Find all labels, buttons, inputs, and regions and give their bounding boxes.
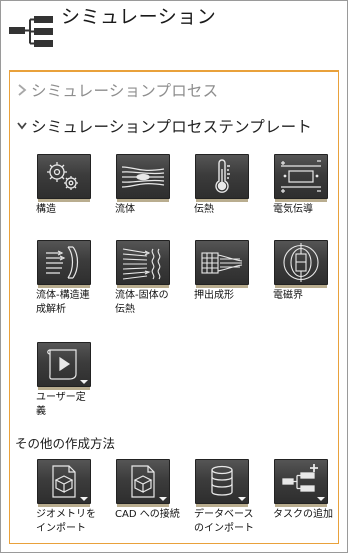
template-label: 伝熱 [194,204,214,215]
flow-lines-icon [121,166,165,188]
method-label: ジオメトリを インポート [36,509,96,534]
template-extrusion-button[interactable] [195,240,249,288]
method-label: データベース のインポート [194,509,254,534]
template-fluid-structure-button[interactable] [37,240,91,288]
template-label: 電磁界 [273,290,303,301]
template-heat-transfer-button[interactable] [195,154,249,202]
electric-conduction-icon [281,160,321,193]
section-simulation-process[interactable]: シミュレーションプロセス [16,78,218,102]
template-label: 電気伝導 [273,204,313,215]
extrusion-icon [201,252,243,274]
connect-cad-button[interactable] [116,459,170,507]
section-label: シミュレーションプロセステンプレート [31,118,313,136]
chevron-down-icon [17,122,27,130]
template-label: 流体-固体の 伝熱 [115,290,169,315]
template-label: ユーザー定 義 [36,392,86,417]
fluid-structure-icon [46,246,79,279]
template-label: 流体 [115,204,135,215]
chevron-right-icon [18,84,27,96]
dropdown-caret-icon [317,497,325,501]
template-fluid-button[interactable] [116,154,170,202]
dropdown-caret-icon [238,497,246,501]
dropdown-caret-icon [80,497,88,501]
header: シミュレーション [0,0,346,62]
simulation-panel: シミュレーションプロセス シミュレーションプロセステンプレート 構造 流体 伝熱… [9,70,339,544]
other-methods-heading: その他の作成方法 [15,436,116,451]
template-label: 構造 [36,204,56,215]
template-label: 押出成形 [194,290,234,301]
magnet-field-icon [283,243,319,282]
template-label: 流体-構造連 成解析 [36,290,90,315]
section-label: シミュレーションプロセス [31,82,219,100]
fluid-solid-heat-icon [122,248,161,280]
hierarchy-icon [9,16,53,47]
template-structural-button[interactable] [37,154,91,202]
add-task-button[interactable] [274,459,328,507]
dropdown-caret-icon [159,497,167,501]
template-electromagnetic-button[interactable] [274,240,328,288]
template-fluid-solid-heat-button[interactable] [116,240,170,288]
template-electric-conduction-button[interactable] [274,154,328,202]
method-label: CAD への接続 [115,509,180,520]
gears-icon [47,162,78,190]
dropdown-caret-icon [80,380,88,384]
method-label: タスクの追加 [273,509,333,520]
import-geometry-button[interactable] [37,459,91,507]
import-database-button[interactable] [195,459,249,507]
template-user-defined-button[interactable] [37,342,91,390]
thermometer-icon [215,159,230,193]
page-title: シミュレーション [61,6,217,28]
section-simulation-process-template[interactable]: シミュレーションプロセステンプレート [16,114,312,138]
